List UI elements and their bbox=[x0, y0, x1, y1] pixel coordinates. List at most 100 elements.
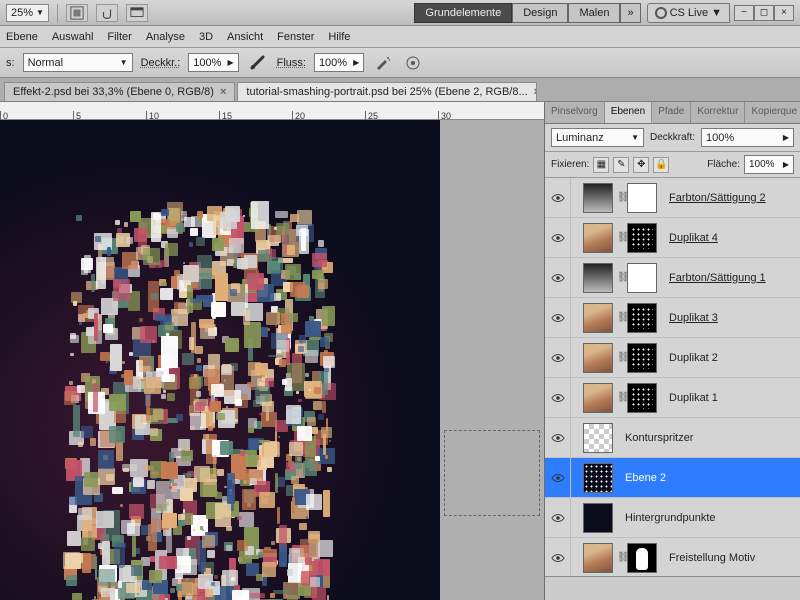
layer-thumbnail[interactable] bbox=[583, 503, 613, 533]
layer-name[interactable]: Freistellung Motiv bbox=[669, 552, 755, 564]
lock-pixels-icon[interactable]: ✎ bbox=[613, 157, 629, 173]
workspace-malen[interactable]: Malen bbox=[568, 3, 620, 23]
layer-blend-mode-combo[interactable]: Luminanz ▼ bbox=[551, 128, 644, 147]
artboard[interactable] bbox=[0, 120, 440, 600]
layer-mask-thumbnail[interactable] bbox=[627, 343, 657, 373]
screen-mode-button[interactable] bbox=[126, 4, 148, 22]
zoom-level-combo[interactable]: 25% ▼ bbox=[6, 4, 49, 22]
link-icon[interactable]: ⛓ bbox=[617, 312, 627, 323]
document-tab[interactable]: tutorial-smashing-portrait.psd bei 25% (… bbox=[237, 82, 537, 101]
layer-mask-thumbnail[interactable] bbox=[627, 383, 657, 413]
visibility-eye-icon[interactable] bbox=[545, 458, 571, 497]
layer-row[interactable]: ⛓ Freistellung Motiv bbox=[545, 538, 800, 576]
opacity-label[interactable]: Deckkr.: bbox=[141, 57, 181, 69]
document-tab[interactable]: Effekt-2.psd bei 33,3% (Ebene 0, RGB/8) … bbox=[4, 82, 235, 101]
workspace-overflow-button[interactable]: » bbox=[620, 3, 640, 23]
visibility-eye-icon[interactable] bbox=[545, 338, 571, 377]
layer-row[interactable]: ⛓ Duplikat 3 bbox=[545, 298, 800, 338]
layer-row[interactable]: ⛓ Farbton/Sättigung 2 bbox=[545, 178, 800, 218]
layer-mask-thumbnail[interactable] bbox=[627, 263, 657, 293]
layer-mask-thumbnail[interactable] bbox=[627, 183, 657, 213]
canvas-viewport[interactable] bbox=[0, 120, 544, 600]
tab-korrekturen[interactable]: Korrektur bbox=[691, 102, 745, 123]
layer-row[interactable]: ⛓ Farbton/Sättigung 1 bbox=[545, 258, 800, 298]
workspace-design[interactable]: Design bbox=[512, 3, 568, 23]
pressure-opacity-icon[interactable] bbox=[247, 53, 269, 73]
menu-fenster[interactable]: Fenster bbox=[277, 31, 314, 43]
layer-thumbnail[interactable] bbox=[583, 263, 613, 293]
layer-mask-thumbnail[interactable] bbox=[627, 223, 657, 253]
visibility-eye-icon[interactable] bbox=[545, 298, 571, 337]
flow-label[interactable]: Fluss: bbox=[277, 57, 306, 69]
close-button[interactable]: × bbox=[774, 5, 794, 21]
pressure-size-icon[interactable] bbox=[402, 53, 424, 73]
layer-row[interactable]: Hintergrundpunkte bbox=[545, 498, 800, 538]
layer-thumbnail[interactable] bbox=[583, 463, 613, 493]
layer-row[interactable]: ⛓ Duplikat 2 bbox=[545, 338, 800, 378]
layer-thumbnail[interactable] bbox=[583, 303, 613, 333]
maximize-button[interactable]: ◻ bbox=[754, 5, 774, 21]
layer-name[interactable]: Duplikat 4 bbox=[669, 232, 718, 244]
layer-name[interactable]: Duplikat 1 bbox=[669, 392, 718, 404]
layer-row[interactable]: ⛓ Duplikat 1 bbox=[545, 378, 800, 418]
cs-live-button[interactable]: CS Live ▼ bbox=[647, 3, 730, 23]
visibility-eye-icon[interactable] bbox=[545, 378, 571, 417]
flow-combo[interactable]: 100% ▶ bbox=[314, 53, 364, 72]
layer-thumbnail[interactable] bbox=[583, 543, 613, 573]
layer-row[interactable]: Konturspritzer bbox=[545, 418, 800, 458]
menu-ebene[interactable]: Ebene bbox=[6, 31, 38, 43]
menu-filter[interactable]: Filter bbox=[107, 31, 131, 43]
tab-kopierquelle[interactable]: Kopierque bbox=[745, 102, 800, 123]
link-icon[interactable]: ⛓ bbox=[617, 192, 627, 203]
layer-name[interactable]: Duplikat 2 bbox=[669, 352, 718, 364]
menu-3d[interactable]: 3D bbox=[199, 31, 213, 43]
layer-thumbnail[interactable] bbox=[583, 223, 613, 253]
layer-mask-thumbnail[interactable] bbox=[627, 543, 657, 573]
visibility-eye-icon[interactable] bbox=[545, 418, 571, 457]
layer-name[interactable]: Konturspritzer bbox=[625, 432, 693, 444]
layer-name[interactable]: Farbton/Sättigung 1 bbox=[669, 272, 766, 284]
opacity-combo[interactable]: 100% ▶ bbox=[188, 53, 238, 72]
menu-hilfe[interactable]: Hilfe bbox=[328, 31, 350, 43]
lock-transparency-icon[interactable]: ▦ bbox=[593, 157, 609, 173]
layer-mask-thumbnail[interactable] bbox=[627, 303, 657, 333]
menu-auswahl[interactable]: Auswahl bbox=[52, 31, 94, 43]
view-extras-button[interactable] bbox=[66, 4, 88, 22]
link-icon[interactable]: ⛓ bbox=[617, 552, 627, 563]
visibility-eye-icon[interactable] bbox=[545, 498, 571, 537]
close-icon[interactable]: × bbox=[534, 86, 538, 98]
link-icon[interactable]: ⛓ bbox=[617, 232, 627, 243]
visibility-eye-icon[interactable] bbox=[545, 178, 571, 217]
tab-ebenen[interactable]: Ebenen bbox=[605, 102, 652, 123]
layer-name[interactable]: Farbton/Sättigung 2 bbox=[669, 192, 766, 204]
layer-name[interactable]: Duplikat 3 bbox=[669, 312, 718, 324]
visibility-eye-icon[interactable] bbox=[545, 218, 571, 257]
selection-marquee[interactable] bbox=[444, 430, 540, 516]
blend-mode-combo[interactable]: Normal ▼ bbox=[23, 53, 133, 72]
lock-position-icon[interactable]: ✥ bbox=[633, 157, 649, 173]
link-icon[interactable]: ⛓ bbox=[617, 392, 627, 403]
tab-pinselvorgaben[interactable]: Pinselvorg bbox=[545, 102, 605, 123]
airbrush-icon[interactable] bbox=[372, 53, 394, 73]
layer-name[interactable]: Ebene 2 bbox=[625, 472, 666, 484]
lock-all-icon[interactable]: 🔒 bbox=[653, 157, 669, 173]
menu-analyse[interactable]: Analyse bbox=[146, 31, 185, 43]
close-icon[interactable]: × bbox=[220, 86, 226, 98]
link-icon[interactable]: ⛓ bbox=[617, 272, 627, 283]
layer-opacity-combo[interactable]: 100%▶ bbox=[701, 128, 794, 147]
visibility-eye-icon[interactable] bbox=[545, 538, 571, 576]
hand-tool-button[interactable] bbox=[96, 4, 118, 22]
minimize-button[interactable]: − bbox=[734, 5, 754, 21]
layer-thumbnail[interactable] bbox=[583, 183, 613, 213]
layer-row[interactable]: ⛓ Duplikat 4 bbox=[545, 218, 800, 258]
layer-list[interactable]: ⛓ Farbton/Sättigung 2 ⛓ Duplikat 4 ⛓ Farbton/… bbox=[545, 178, 800, 576]
layer-thumbnail[interactable] bbox=[583, 383, 613, 413]
layer-name[interactable]: Hintergrundpunkte bbox=[625, 512, 716, 524]
layer-thumbnail[interactable] bbox=[583, 423, 613, 453]
workspace-grundelemente[interactable]: Grundelemente bbox=[414, 3, 512, 23]
layer-fill-combo[interactable]: 100%▶ bbox=[744, 155, 794, 174]
layer-row[interactable]: Ebene 2 bbox=[545, 458, 800, 498]
link-icon[interactable]: ⛓ bbox=[617, 352, 627, 363]
horizontal-ruler[interactable]: 051015202530 bbox=[0, 102, 544, 120]
menu-ansicht[interactable]: Ansicht bbox=[227, 31, 263, 43]
